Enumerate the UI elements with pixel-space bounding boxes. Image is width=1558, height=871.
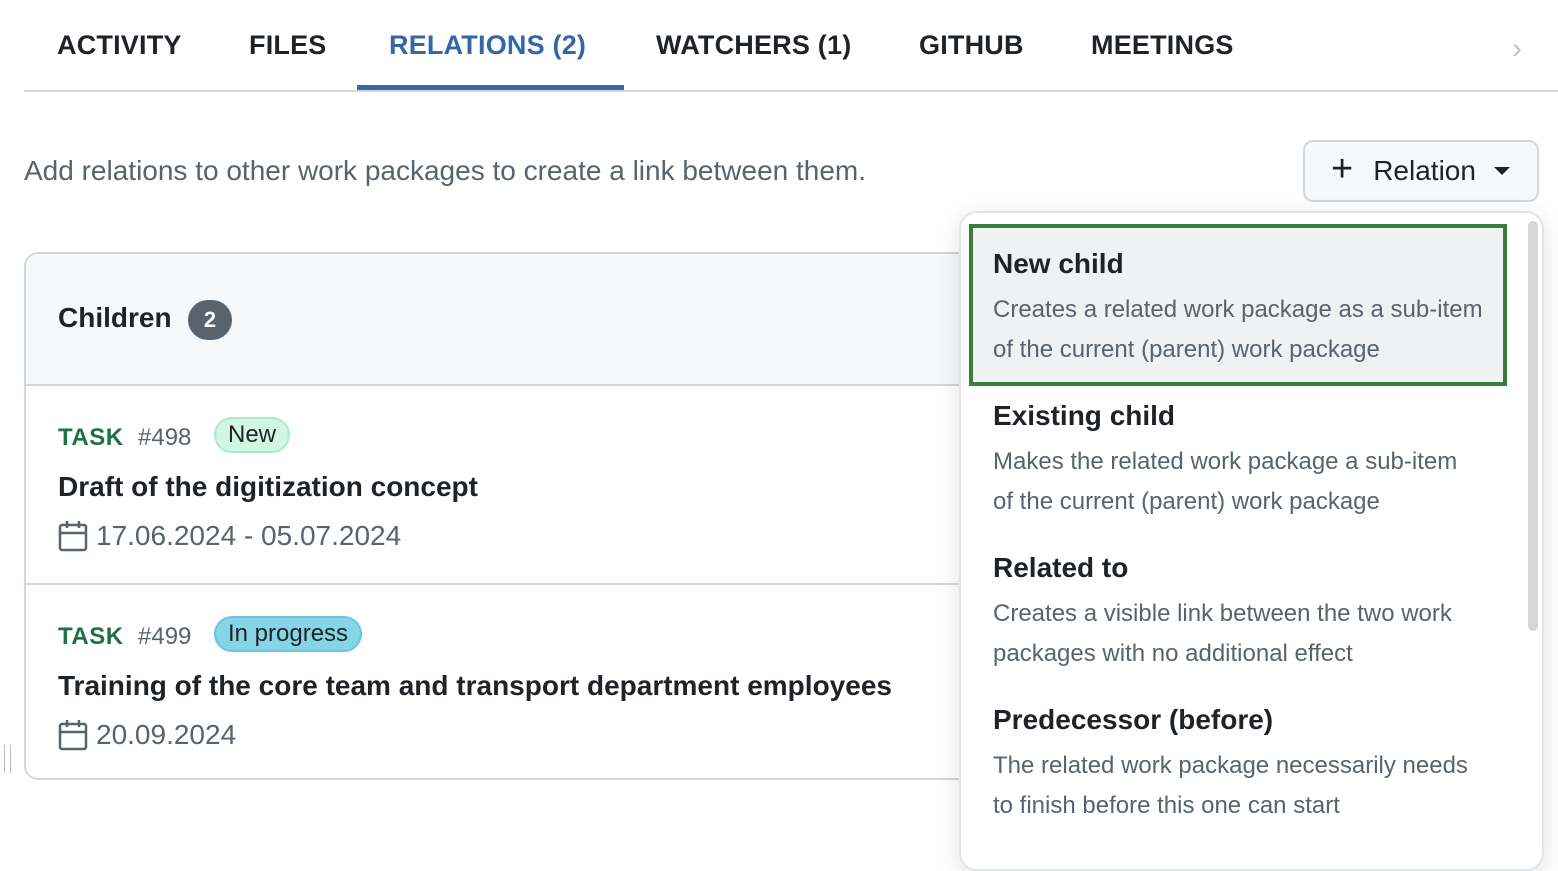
plus-icon: +	[1331, 148, 1354, 190]
relation-type-menu: New child Creates a related work package…	[959, 211, 1544, 871]
work-package-subject[interactable]: Training of the core team and transport …	[58, 670, 892, 702]
menu-item-related-to[interactable]: Related to Creates a visible link betwee…	[973, 532, 1503, 692]
menu-item-title: Existing child	[993, 400, 1176, 431]
calendar-icon	[58, 720, 88, 751]
status-badge[interactable]: In progress	[214, 616, 363, 652]
tab-activity[interactable]: ACTIVITY	[57, 30, 182, 61]
menu-item-description: The related work package necessarily nee…	[993, 752, 1468, 819]
tab-relations[interactable]: RELATIONS (2)	[389, 30, 586, 61]
menu-item-predecessor[interactable]: Predecessor (before) The related work pa…	[973, 684, 1503, 844]
work-package-subject[interactable]: Draft of the digitization concept	[58, 471, 478, 503]
child-row: TASK #498 New Draft of the digitization …	[26, 386, 1022, 585]
menu-item-title: Related to	[993, 552, 1129, 583]
date-range: 17.06.2024 - 05.07.2024	[58, 520, 401, 552]
active-tab-indicator	[357, 85, 624, 90]
menu-item-existing-child[interactable]: Existing child Makes the related work pa…	[973, 380, 1503, 540]
menu-item-description: Creates a visible link between the two w…	[993, 600, 1452, 667]
date-range: 20.09.2024	[58, 719, 236, 751]
work-package-id[interactable]: #498	[138, 424, 191, 452]
add-relation-label: Relation	[1373, 155, 1476, 186]
resize-handle[interactable]	[4, 745, 11, 773]
menu-scrollbar[interactable]	[1528, 221, 1538, 631]
tab-watchers[interactable]: WATCHERS (1)	[656, 30, 851, 61]
menu-item-description: Creates a related work package as a sub-…	[993, 296, 1483, 363]
work-package-dates: 17.06.2024 - 05.07.2024	[96, 520, 402, 551]
tab-github[interactable]: GITHUB	[919, 30, 1024, 61]
child-row: TASK #499 In progress Training of the co…	[26, 585, 1022, 778]
chevron-right-icon[interactable]: ›	[1512, 32, 1522, 66]
menu-item-new-child[interactable]: New child Creates a related work package…	[969, 224, 1507, 386]
children-title: Children	[58, 302, 172, 333]
menu-item-description: Makes the related work package a sub-ite…	[993, 448, 1458, 515]
work-package-id[interactable]: #499	[138, 623, 191, 651]
work-package-type: TASK	[58, 424, 124, 451]
menu-item-title: New child	[993, 248, 1124, 279]
relations-intro-text: Add relations to other work packages to …	[24, 155, 867, 186]
work-package-type: TASK	[58, 623, 124, 650]
tab-bar: ACTIVITY FILES RELATIONS (2) WATCHERS (1…	[24, 0, 1558, 92]
tab-meetings[interactable]: MEETINGS	[1091, 30, 1234, 61]
children-count-badge: 2	[188, 300, 232, 340]
children-header: Children 2	[26, 254, 1022, 386]
status-badge[interactable]: New	[214, 417, 291, 453]
calendar-icon	[58, 521, 88, 552]
tab-files[interactable]: FILES	[249, 30, 327, 61]
work-package-dates: 20.09.2024	[96, 719, 237, 750]
children-panel: Children 2 TASK #498 New Draft of the di…	[24, 252, 1024, 780]
add-relation-button[interactable]: + Relation	[1303, 140, 1539, 202]
caret-down-icon	[1493, 167, 1510, 175]
menu-item-title: Predecessor (before)	[993, 704, 1274, 735]
